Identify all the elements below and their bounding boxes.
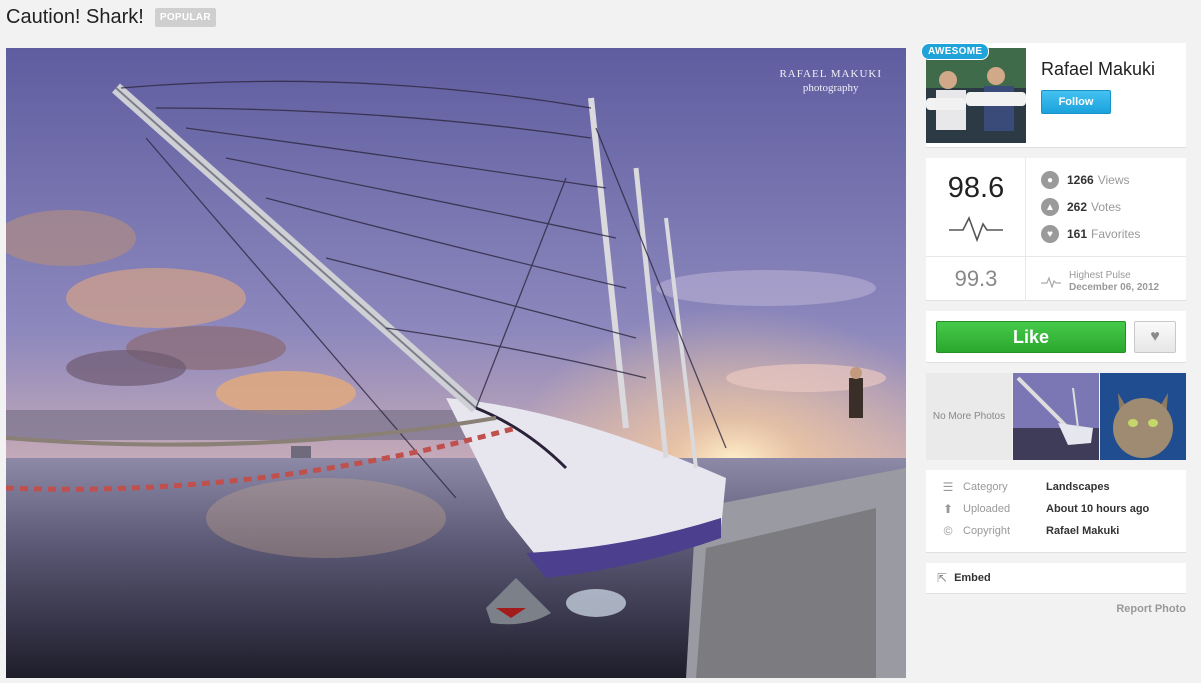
- favorite-button[interactable]: ♥: [1134, 321, 1176, 353]
- follow-button[interactable]: Follow: [1041, 90, 1111, 114]
- category-label: Category: [963, 481, 1008, 493]
- votes-label: Votes: [1091, 200, 1122, 214]
- copyright-icon: ©: [943, 524, 953, 538]
- title-row: Caution! Shark! POPULAR: [6, 4, 216, 30]
- uploaded-label: Uploaded: [963, 503, 1011, 515]
- copyright-value: Rafael Makuki: [1046, 525, 1120, 537]
- pulse-small-icon: [1041, 276, 1061, 288]
- embed-icon: ⇱: [937, 571, 948, 585]
- no-more-photos-label: No More Photos: [932, 411, 1006, 422]
- stats-card: 98.6 99.3 ● 1266 Views ▲ 262 Votes ♥ 161…: [926, 158, 1186, 301]
- popular-badge: POPULAR: [154, 7, 216, 27]
- sidebar: AWESOME Rafael Makuki Follow 98.6 99.3 ●…: [921, 43, 1186, 615]
- views-stat: ● 1266 Views: [1041, 170, 1130, 190]
- highest-pulse-value: 99.3: [954, 266, 998, 291]
- copyright-label: Copyright: [963, 525, 1011, 537]
- main-photo-image: [6, 48, 906, 678]
- highest-pulse-text: Highest Pulse December 06, 2012: [1069, 270, 1159, 294]
- embed-label: Embed: [954, 572, 991, 584]
- related-photo-ship-image: [1013, 373, 1099, 460]
- uploaded-row: ⬆ Uploaded About 10 hours ago: [941, 501, 1149, 517]
- related-photo-cat[interactable]: [1100, 373, 1186, 460]
- list-icon: ☰: [942, 480, 954, 494]
- user-card: AWESOME Rafael Makuki Follow: [921, 43, 1186, 148]
- highest-pulse-date: December 06, 2012: [1069, 282, 1160, 293]
- photo-watermark: RAFAEL MAKUKI photography: [779, 68, 882, 94]
- highest-pulse: Highest Pulse December 06, 2012: [1041, 270, 1159, 294]
- avatar[interactable]: [926, 48, 1026, 143]
- favorites-stat: ♥ 161 Favorites: [1041, 224, 1140, 244]
- thumbs-up-icon: ▲: [1041, 198, 1059, 216]
- awesome-badge: AWESOME: [921, 43, 990, 60]
- main-photo[interactable]: RAFAEL MAKUKI photography: [6, 48, 906, 678]
- category-value[interactable]: Landscapes: [1046, 481, 1110, 493]
- watermark-name: RAFAEL MAKUKI: [779, 68, 882, 80]
- views-label: Views: [1097, 173, 1130, 187]
- pulse-icon: [949, 215, 1003, 243]
- copyright-row: © Copyright Rafael Makuki: [941, 523, 1120, 539]
- pulse-value: 98.6: [947, 172, 1005, 204]
- views-count: 1266: [1067, 173, 1094, 187]
- meta-card: ☰ Category Landscapes ⬆ Uploaded About 1…: [926, 470, 1186, 553]
- eye-icon: ●: [1041, 171, 1059, 189]
- report-photo-link[interactable]: Report Photo: [1116, 603, 1186, 615]
- like-button[interactable]: Like: [936, 321, 1126, 353]
- no-more-photos: No More Photos: [926, 373, 1012, 460]
- favorites-count: 161: [1067, 227, 1088, 241]
- watermark-subtitle: photography: [802, 82, 859, 94]
- highest-pulse-label: Highest Pulse: [1069, 270, 1131, 281]
- votes-count: 262: [1067, 200, 1088, 214]
- related-photo-cat-image: [1100, 373, 1186, 460]
- stats-divider: [1026, 256, 1186, 257]
- user-name[interactable]: Rafael Makuki: [1041, 59, 1155, 80]
- category-row: ☰ Category Landscapes: [941, 479, 1110, 495]
- related-photo-ship[interactable]: [1013, 373, 1099, 460]
- heart-icon: ♥: [1041, 225, 1059, 243]
- favorites-label: Favorites: [1091, 227, 1141, 241]
- embed-button[interactable]: ⇱ Embed: [926, 563, 1186, 594]
- uploaded-value: About 10 hours ago: [1046, 503, 1150, 515]
- heart-icon: ♥: [1150, 328, 1160, 345]
- upload-arrow-icon: ⬆: [942, 502, 954, 516]
- votes-stat: ▲ 262 Votes: [1041, 197, 1121, 217]
- like-card: Like ♥: [926, 311, 1186, 363]
- pulse-box: 98.6 99.3: [926, 158, 1026, 301]
- pulse-divider: [926, 256, 1026, 257]
- related-photos: No More Photos: [926, 373, 1186, 460]
- photo-title: Caution! Shark!: [6, 5, 144, 28]
- avatar-image: [926, 48, 1026, 143]
